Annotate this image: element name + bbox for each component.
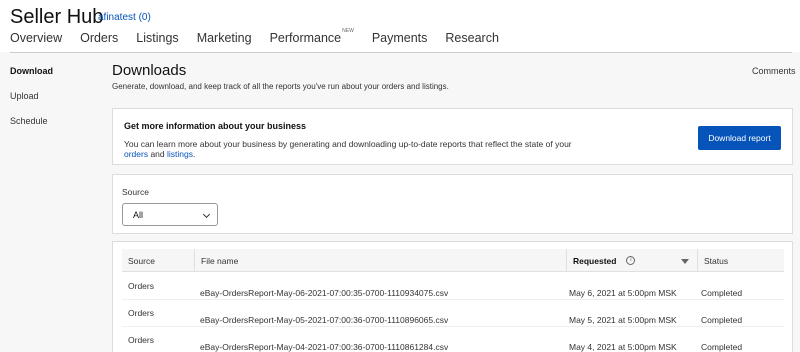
row-source: Orders [128, 308, 154, 318]
sort-desc-icon[interactable] [681, 259, 689, 264]
nav-performance[interactable]: PerformanceNEW [269, 27, 354, 45]
page-title: Downloads [112, 62, 187, 79]
info-card: Get more information about your business… [112, 108, 793, 165]
source-filter-label: Source [122, 187, 149, 197]
main-nav: Overview Orders Listings Marketing Perfo… [10, 27, 517, 45]
top-header: Seller Hub afinatest (0) Overview Orders… [0, 0, 800, 52]
comments-link[interactable]: Comments [752, 66, 796, 76]
nav-orders[interactable]: Orders [80, 31, 118, 45]
sidebar-item-schedule[interactable]: Schedule [10, 116, 53, 126]
nav-marketing[interactable]: Marketing [197, 31, 252, 45]
row-requested: May 4, 2021 at 5:00pm MSK [569, 342, 677, 352]
nav-overview[interactable]: Overview [10, 31, 62, 45]
column-header-status[interactable]: Status [697, 249, 784, 272]
info-icon[interactable]: i [626, 256, 636, 265]
row-file-name[interactable]: eBay-OrdersReport-May-06-2021-07:00:35-0… [200, 288, 448, 298]
row-source: Orders [128, 335, 154, 345]
row-status: Completed [701, 315, 743, 325]
downloads-table: Source File name Requested i Status Orde… [112, 241, 793, 352]
row-file-name[interactable]: eBay-OrdersReport-May-04-2021-07:00:36-0… [200, 342, 448, 352]
info-text-end: . [192, 149, 196, 159]
download-report-button[interactable]: Download report [698, 126, 781, 150]
info-card-title: Get more information about your business [124, 121, 307, 131]
source-select[interactable]: All [122, 203, 218, 226]
orders-link[interactable]: orders [124, 149, 148, 159]
table-row: Orders eBay-OrdersReport-May-06-2021-07:… [122, 273, 784, 300]
app-title[interactable]: Seller Hub [10, 6, 103, 29]
column-header-file-name[interactable]: File name [194, 249, 566, 272]
row-file-name[interactable]: eBay-OrdersReport-May-05-2021-07:00:36-0… [200, 315, 448, 325]
nav-payments[interactable]: Payments [372, 31, 428, 45]
filter-card: Source All [112, 174, 793, 234]
table-row: Orders eBay-OrdersReport-May-04-2021-07:… [122, 327, 784, 352]
new-badge: NEW [342, 27, 354, 34]
sidebar-item-download[interactable]: Download [10, 66, 53, 76]
page-description: Generate, download, and keep track of al… [112, 82, 449, 91]
sidebar-item-upload[interactable]: Upload [10, 91, 53, 101]
user-link[interactable]: afinatest (0) [98, 12, 151, 23]
info-text-and: and [148, 149, 167, 159]
column-header-source[interactable]: Source [122, 249, 194, 272]
listings-link[interactable]: listings [167, 149, 193, 159]
nav-performance-label: Performance [269, 31, 342, 45]
column-header-requested[interactable]: Requested i [566, 249, 697, 272]
table-row: Orders eBay-OrdersReport-May-05-2021-07:… [122, 300, 784, 327]
source-select-value: All [133, 209, 144, 220]
nav-listings[interactable]: Listings [136, 31, 178, 45]
row-source: Orders [128, 281, 154, 291]
row-status: Completed [701, 288, 743, 298]
chevron-down-icon [202, 210, 211, 219]
info-text-start: You can learn more about your business b… [124, 139, 572, 149]
header-divider [10, 52, 792, 53]
row-requested: May 5, 2021 at 5:00pm MSK [569, 315, 677, 325]
nav-research[interactable]: Research [445, 31, 499, 45]
info-card-text: You can learn more about your business b… [124, 139, 574, 159]
requested-label: Requested [573, 255, 617, 266]
sidebar: Download Upload Schedule [10, 66, 53, 141]
row-requested: May 6, 2021 at 5:00pm MSK [569, 288, 677, 298]
row-status: Completed [701, 342, 743, 352]
